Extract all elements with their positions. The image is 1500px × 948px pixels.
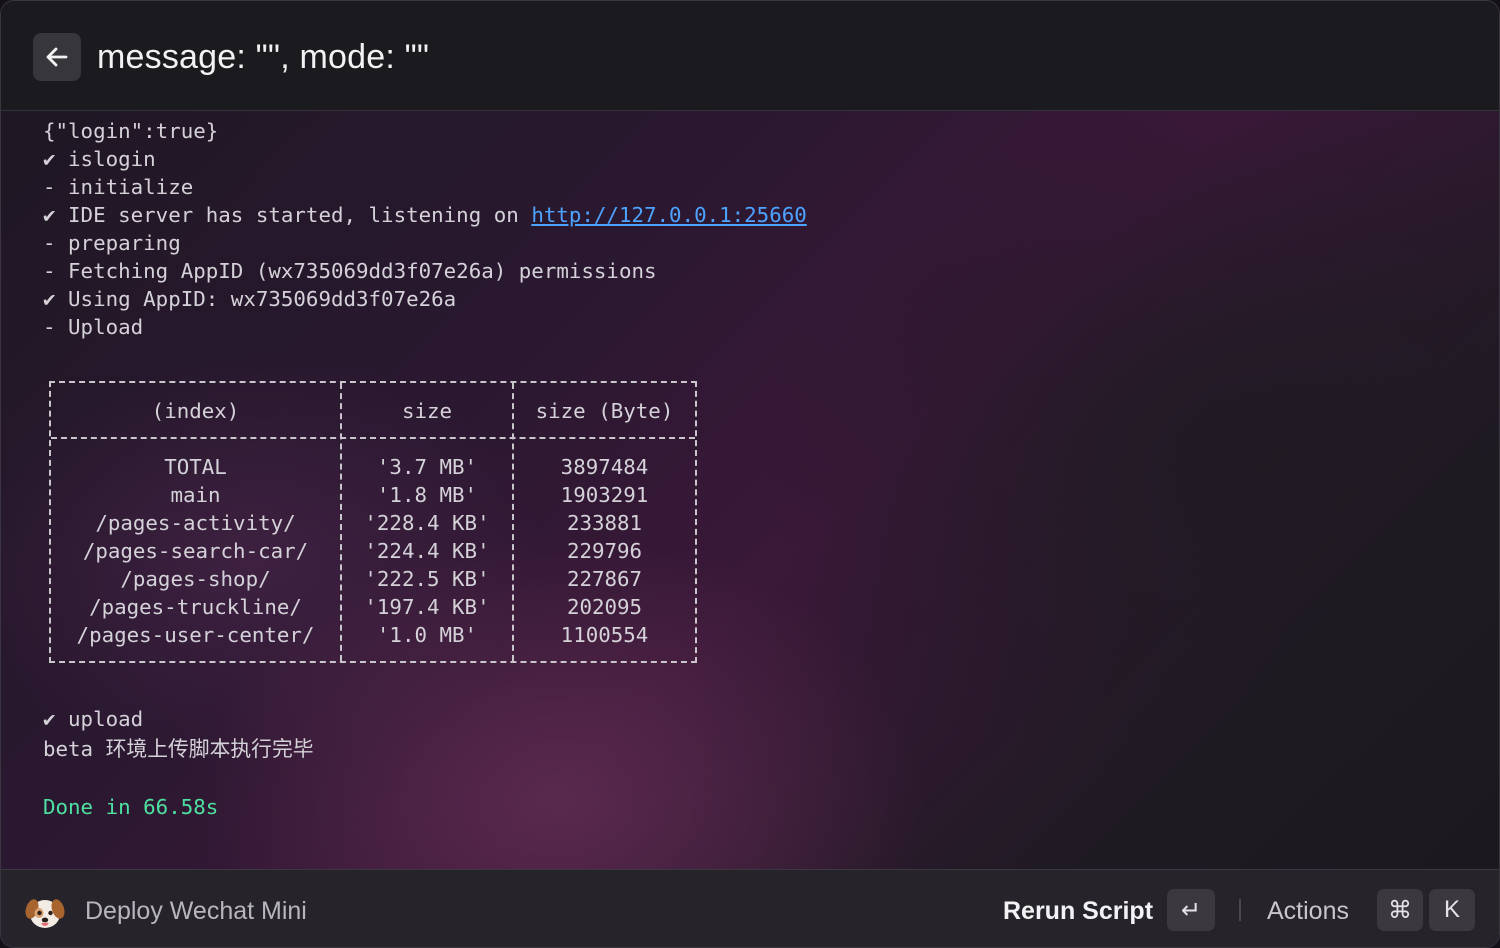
table-cell-index: /pages-user-center/ xyxy=(76,623,315,647)
output-line-server: ✔ IDE server has started, listening on h… xyxy=(43,201,807,229)
table-cell-bytes: 233881 xyxy=(566,511,643,535)
command-key-hint[interactable]: ⌘ xyxy=(1377,889,1423,931)
table-cell-size: '197.4 KB' xyxy=(364,595,490,619)
table-header-divider xyxy=(51,437,695,439)
output-line: - Fetching AppID (wx735069dd3f07e26a) pe… xyxy=(43,259,657,283)
actions-button[interactable]: Actions xyxy=(1267,896,1349,926)
table-cell-index: /pages-search-car/ xyxy=(82,539,309,563)
terminal-output: {"login":true} ✔ islogin - initialize ✔ … xyxy=(43,89,1463,859)
table-cell-bytes: 1903291 xyxy=(560,483,649,507)
back-button[interactable] xyxy=(33,33,81,81)
table-cell-bytes: 3897484 xyxy=(560,455,649,479)
enter-key-hint[interactable]: ↵ xyxy=(1167,889,1215,931)
output-line: - preparing xyxy=(43,231,181,255)
output-line: ✔ upload xyxy=(43,707,144,731)
table-cell-size: '1.0 MB' xyxy=(376,623,478,647)
k-key-hint[interactable]: K xyxy=(1429,889,1475,931)
table-cell-size: '1.8 MB' xyxy=(376,483,478,507)
rerun-script-button[interactable]: Rerun Script xyxy=(1003,896,1153,926)
output-line: {"login":true} xyxy=(43,119,219,143)
table-cell-size: '3.7 MB' xyxy=(376,455,478,479)
footer-divider xyxy=(1239,899,1241,921)
table-cell-bytes: 202095 xyxy=(566,595,643,619)
server-status-text: ✔ IDE server has started, listening on xyxy=(43,203,532,227)
table-cell-size: '222.5 KB' xyxy=(364,567,490,591)
table-cell-size: '228.4 KB' xyxy=(364,511,490,535)
script-output-window: message: "", mode: "" {"login":true} ✔ i… xyxy=(0,0,1500,948)
table-header: size (Byte) xyxy=(535,399,674,423)
package-size-table: (index) size size (Byte) TOTAL '3.7 MB' … xyxy=(49,381,697,663)
output-line: - Upload xyxy=(43,315,144,339)
table-cell-size: '224.4 KB' xyxy=(364,539,490,563)
command-name: Deploy Wechat Mini xyxy=(85,897,307,925)
table-header: (index) xyxy=(151,399,240,423)
table-cell-bytes: 227867 xyxy=(566,567,643,591)
table-cell-index: /pages-activity/ xyxy=(95,511,296,535)
table-cell-bytes: 1100554 xyxy=(560,623,649,647)
output-line: - initialize xyxy=(43,175,194,199)
table-cell-bytes: 229796 xyxy=(566,539,643,563)
table-header: size xyxy=(401,399,453,423)
done-status: Done in 66.58s xyxy=(43,795,219,819)
table-cell-index: /pages-truckline/ xyxy=(89,595,302,619)
arrow-left-icon xyxy=(46,47,68,67)
output-line: ✔ islogin xyxy=(43,147,156,171)
table-cell-index: /pages-shop/ xyxy=(120,567,271,591)
page-title: message: "", mode: "" xyxy=(97,38,430,76)
table-cell-index: main xyxy=(170,483,221,507)
table-cell-index: TOTAL xyxy=(164,455,227,479)
output-line: beta 环境上传脚本执行完毕 xyxy=(43,737,314,761)
output-line: ✔ Using AppID: wx735069dd3f07e26a xyxy=(43,287,457,311)
action-bar: Deploy Wechat Mini Rerun Script ↵ Action… xyxy=(1,869,1499,947)
server-url-link[interactable]: http://127.0.0.1:25660 xyxy=(531,203,806,227)
dog-face-icon xyxy=(25,899,65,928)
